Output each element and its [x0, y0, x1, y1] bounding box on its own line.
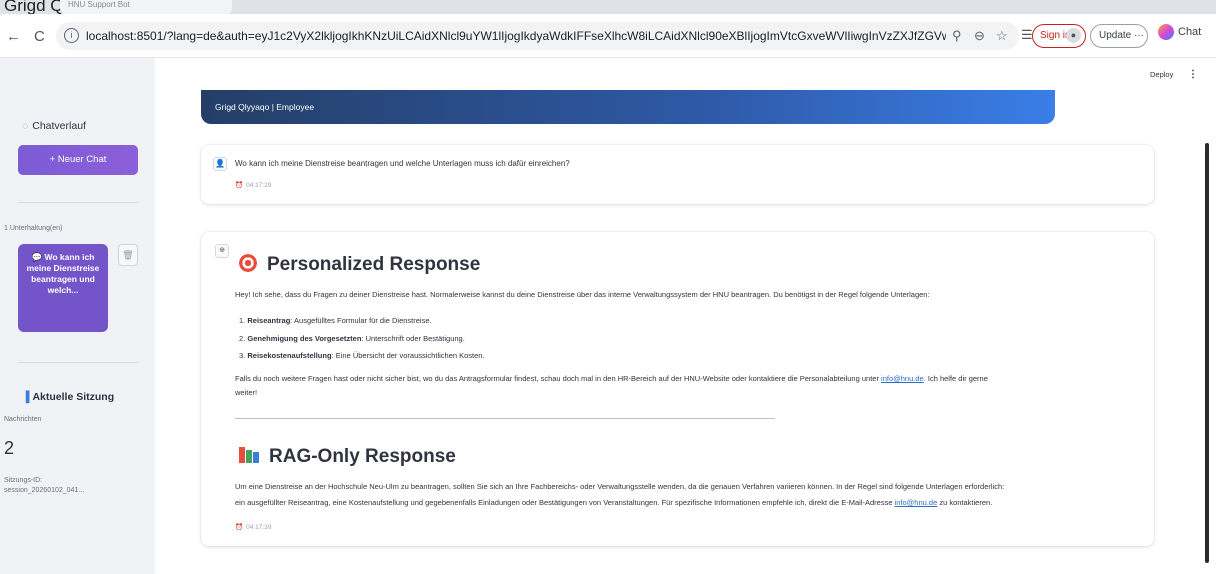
list-text: : Ausgefülltes Formular für die Dienstre… — [290, 316, 432, 325]
list-item: 1. Reiseantrag: Ausgefülltes Formular fü… — [239, 316, 432, 325]
outro-text: Falls du noch weitere Fragen hast oder n… — [235, 374, 882, 383]
list-term: Reisekostenaufstellung — [247, 351, 332, 360]
list-number: 1. — [239, 316, 246, 325]
avatar-icon: ● — [1066, 28, 1081, 43]
copilot-chat-label: Chat — [1178, 25, 1202, 38]
chat-bubble-icon: ◌ — [22, 120, 29, 132]
update-label: Update ··· — [1099, 30, 1145, 41]
email-link[interactable]: info@hnu.de — [895, 498, 938, 507]
rag-text-end: zu kontaktieren. — [937, 498, 993, 507]
copilot-icon — [1158, 24, 1174, 40]
sidebar: ◌ Chatverlauf + Neuer Chat 1 Unterhaltung… — [0, 58, 155, 574]
copilot-chat-button[interactable]: Chat — [1158, 24, 1201, 40]
section-divider — [235, 418, 775, 419]
session-title-label: Aktuelle Sitzung — [32, 391, 115, 403]
session-title: ▐ Aktuelle Sitzung — [22, 391, 114, 403]
rag-text: Um eine Dienstreise an der Hochschule Ne… — [235, 482, 1005, 491]
messages-label: Nachrichten — [4, 416, 42, 423]
chat-history-title: ◌ Chatverlauf — [22, 120, 86, 132]
chat-history-label: Chatverlauf — [32, 120, 86, 132]
key-icon[interactable]: ⚲ — [952, 28, 962, 44]
user-banner: Grigd Qlyyaqo | Employee — [201, 90, 1055, 124]
browser-tab[interactable]: HNU Support Bot — [60, 0, 232, 14]
sidebar-divider — [18, 202, 138, 203]
list-item: 2. Genehmigung des Vorgesetzten: Untersc… — [239, 334, 465, 343]
assistant-message-card: ⊕ Personalized Response Hey! Ich sehe, d… — [201, 232, 1154, 546]
browser-tab-strip: Grigd Qlyyaqo HNU Support Bot — [0, 0, 1216, 14]
update-button[interactable]: Update ··· — [1090, 24, 1148, 48]
session-id-label: Sitzungs-ID: — [4, 477, 43, 484]
bar-chart-icon: ▐ — [22, 391, 30, 403]
list-term: Reiseantrag — [247, 316, 291, 325]
rag-heading-text: RAG-Only Response — [269, 446, 456, 467]
back-icon[interactable]: ← — [6, 28, 21, 45]
conversation-count: 1 Unterhaltung(en) — [4, 225, 63, 232]
personalized-heading-text: Personalized Response — [267, 254, 481, 275]
list-text: : Eine Übersicht der voraussichtlichen K… — [331, 351, 485, 360]
user-line: Grigd Qlyyaqo | Employee — [215, 102, 315, 112]
personalized-outro: Falls du noch weitere Fragen hast oder n… — [235, 372, 1135, 400]
new-chat-button[interactable]: + Neuer Chat — [18, 145, 138, 175]
alarm-clock-icon: ⏰ — [235, 182, 244, 189]
list-number: 2. — [239, 334, 246, 343]
browser-tab-label: HNU Support Bot — [68, 0, 130, 9]
message-timestamp: ⏰ 04:17:39 — [235, 523, 271, 531]
list-number: 3. — [239, 351, 246, 360]
url-text: localhost:8501/?lang=de&auth=eyJ1c2VyX2l… — [86, 29, 946, 43]
books-icon — [239, 447, 259, 463]
star-icon[interactable]: ☆ — [996, 28, 1008, 44]
message-time: 04:17:39 — [246, 524, 272, 531]
rag-heading: RAG-Only Response — [239, 446, 456, 468]
address-bar: ← C i localhost:8501/?lang=de&auth=eyJ1c… — [0, 14, 1216, 58]
personalized-heading: Personalized Response — [239, 254, 480, 276]
trash-icon: 🗑 — [122, 250, 134, 260]
sign-in-button[interactable]: Sign in ● — [1032, 24, 1086, 48]
session-id: Sitzungs-ID: session_20260102_041... — [4, 476, 84, 496]
info-icon[interactable]: i — [64, 28, 79, 43]
reload-icon[interactable]: C — [34, 28, 45, 45]
messages-value: 2 — [4, 438, 15, 458]
user-message-card: 👤 Wo kann ich meine Dienstreise beantrag… — [201, 145, 1154, 204]
message-timestamp: ⏰ 04:17:29 — [235, 181, 271, 189]
rag-text-second: ein ausgefüllter Reiseantrag, eine Koste… — [235, 496, 1150, 510]
session-id-value: session_20260102_041... — [4, 487, 85, 494]
conversation-item[interactable]: 💬 Wo kann ich meine Dienstreise beantrag… — [18, 244, 108, 332]
user-message-text: Wo kann ich meine Dienstreise beantragen… — [235, 159, 570, 168]
scrollbar-thumb[interactable] — [1205, 143, 1209, 563]
list-item: 3. Reisekostenaufstellung: Eine Übersich… — [239, 351, 485, 360]
main-menu-icon[interactable]: ⋮ — [1188, 69, 1198, 80]
deploy-button[interactable]: Deploy — [1150, 70, 1173, 79]
user-avatar-icon: 👤 — [213, 157, 227, 171]
outro-text-end: . Ich helfe dir gerne — [923, 374, 988, 383]
list-term: Genehmigung des Vorgesetzten — [247, 334, 362, 343]
list-text: : Unterschrift oder Bestätigung. — [361, 334, 465, 343]
sidebar-divider — [18, 362, 138, 363]
email-link[interactable]: info@hnu.de — [881, 374, 924, 383]
outro-text-last: weiter! — [235, 388, 258, 397]
conversation-item-label: 💬 Wo kann ich meine Dienstreise beantrag… — [26, 252, 100, 295]
personalized-intro: Hey! Ich sehe, dass du Fragen zu deiner … — [235, 290, 930, 299]
delete-conversation-button[interactable]: 🗑 — [118, 244, 138, 266]
zoom-icon[interactable]: ⊖ — [974, 28, 985, 44]
assistant-avatar-icon: ⊕ — [215, 244, 229, 258]
alarm-clock-icon: ⏰ — [235, 524, 244, 531]
url-field[interactable]: i localhost:8501/?lang=de&auth=eyJ1c2VyX… — [56, 22, 1019, 50]
message-time: 04:17:29 — [246, 182, 272, 189]
target-icon — [239, 254, 257, 272]
rag-text-line: ein ausgefüllter Reiseantrag, eine Koste… — [235, 498, 895, 507]
favorites-icon[interactable]: ☰ — [1021, 27, 1033, 43]
